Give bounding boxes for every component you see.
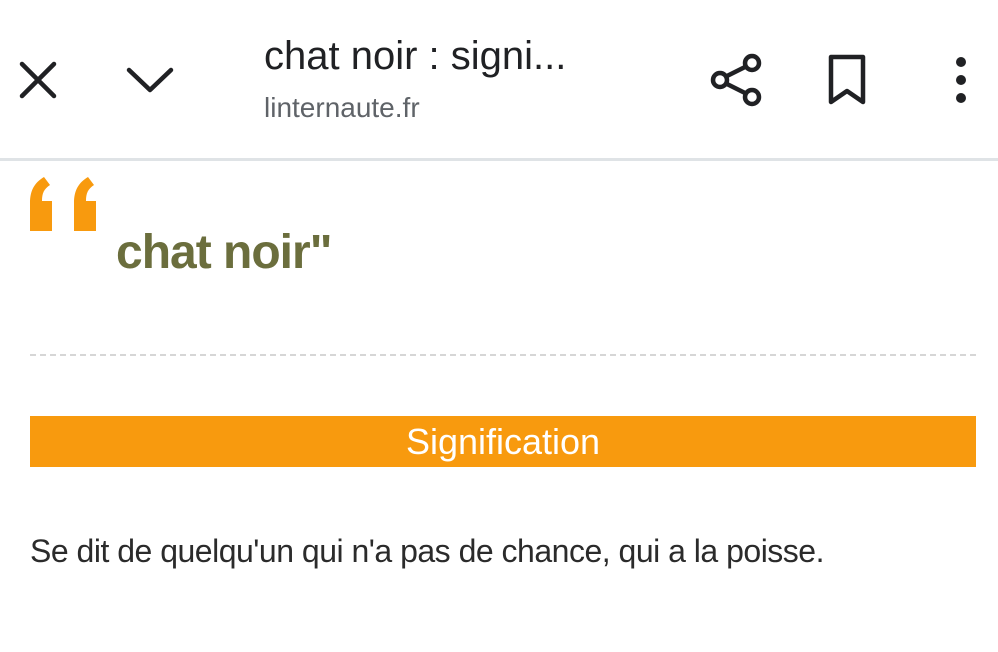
share-button[interactable] bbox=[706, 50, 766, 110]
article-content: chat noir" Signification Se dit de quelq… bbox=[0, 161, 998, 652]
close-button[interactable] bbox=[10, 52, 66, 108]
opening-quote-icon bbox=[30, 177, 96, 231]
definition-text: Se dit de quelqu'un qui n'a pas de chanc… bbox=[30, 533, 824, 569]
custom-tab-toolbar: chat noir : signi... linternaute.fr bbox=[0, 0, 998, 161]
section-heading: Signification bbox=[30, 416, 976, 467]
page-domain: linternaute.fr bbox=[264, 92, 420, 123]
expression-title: chat noir" bbox=[116, 226, 332, 279]
collapse-button[interactable] bbox=[122, 52, 178, 108]
bookmark-icon bbox=[828, 54, 866, 105]
section-divider bbox=[30, 354, 976, 356]
share-icon bbox=[710, 53, 762, 107]
page-info[interactable]: chat noir : signi... linternaute.fr bbox=[264, 30, 684, 128]
bookmark-button[interactable] bbox=[818, 50, 876, 110]
close-icon bbox=[19, 61, 57, 99]
chevron-down-icon bbox=[126, 67, 174, 93]
more-vert-icon bbox=[956, 57, 966, 103]
more-options-button[interactable] bbox=[940, 50, 982, 110]
page-title: chat noir : signi... bbox=[264, 34, 567, 78]
